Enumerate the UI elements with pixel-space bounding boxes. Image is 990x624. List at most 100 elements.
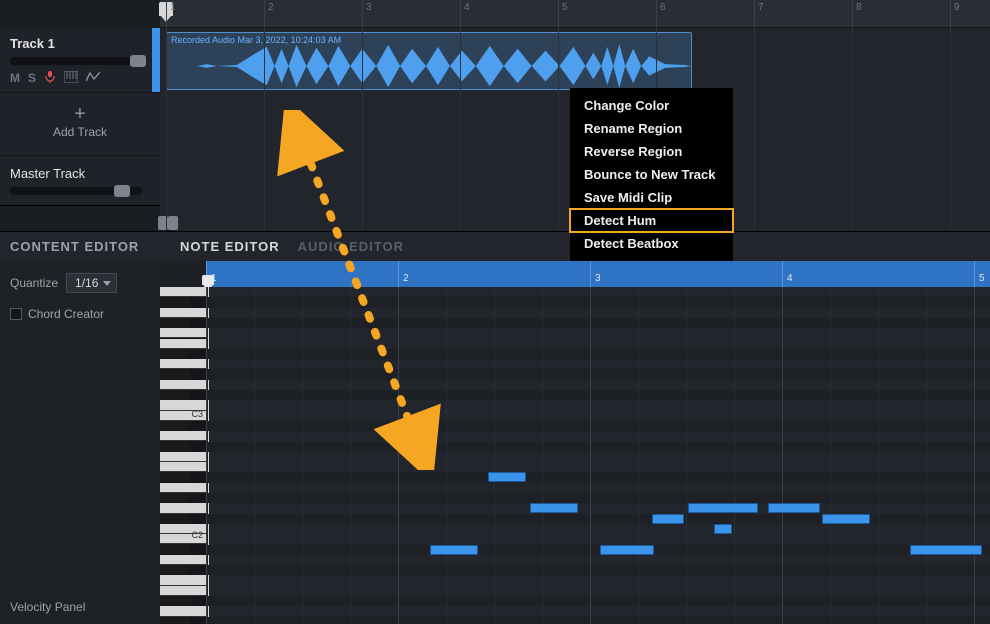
piano-white-key[interactable] — [160, 462, 206, 472]
piano-white-key[interactable] — [160, 606, 206, 616]
timeline-tick: 1 — [166, 0, 176, 28]
mute-button[interactable]: M — [10, 71, 20, 86]
midi-note[interactable] — [600, 545, 654, 555]
note-ruler-tick: 2 — [398, 261, 409, 287]
track-volume-thumb[interactable] — [130, 55, 146, 67]
context-menu-item[interactable]: Change Color — [570, 94, 733, 117]
piano-white-key[interactable] — [160, 308, 206, 318]
piano-white-key[interactable] — [160, 575, 206, 585]
context-menu-item[interactable]: Save Midi Clip — [570, 186, 733, 209]
note-editor[interactable]: 12345 C3C2 — [160, 261, 990, 624]
midi-note[interactable] — [768, 503, 820, 513]
piano-black-key[interactable] — [160, 472, 190, 481]
checkbox-icon[interactable] — [10, 308, 22, 320]
piano-white-key[interactable] — [160, 431, 206, 441]
quantize-label: Quantize — [10, 276, 58, 290]
piano-black-key[interactable] — [160, 493, 190, 502]
piano-black-key[interactable] — [160, 318, 190, 327]
timeline-tick: 3 — [362, 0, 372, 28]
tab-note-editor[interactable]: NOTE EDITOR — [180, 239, 280, 254]
note-grid[interactable] — [206, 287, 990, 624]
velocity-panel-label[interactable]: Velocity Panel — [10, 600, 85, 614]
note-grid-col — [734, 287, 735, 624]
midi-note[interactable] — [714, 524, 732, 534]
track-color-accent — [152, 28, 160, 92]
piano-white-key[interactable] — [160, 503, 206, 513]
add-track-button[interactable]: + Add Track — [0, 93, 160, 156]
piano-keys[interactable]: C3C2 — [160, 287, 206, 624]
note-ruler[interactable]: 12345 — [206, 261, 990, 287]
midi-note[interactable] — [688, 503, 758, 513]
chord-creator-toggle[interactable]: Chord Creator — [10, 307, 150, 321]
piano-black-key[interactable] — [160, 545, 190, 554]
piano-black-key[interactable] — [160, 596, 190, 605]
note-ruler-tick: 1 — [206, 261, 217, 287]
piano-white-key[interactable] — [160, 328, 206, 338]
piano-black-key[interactable] — [160, 390, 190, 399]
region-context-menu: Change ColorRename RegionReverse RegionB… — [570, 88, 733, 261]
note-grid-col — [446, 287, 447, 624]
piano-black-key[interactable] — [160, 421, 190, 430]
context-menu-item[interactable]: Detect Beatbox — [570, 232, 733, 255]
note-grid-row — [206, 555, 990, 565]
loop-end-marker[interactable] — [168, 216, 178, 230]
automation-icon[interactable] — [86, 71, 100, 86]
piano-white-key[interactable] — [160, 359, 206, 369]
midi-note[interactable] — [430, 545, 478, 555]
piano-black-key[interactable] — [160, 565, 190, 574]
record-arm-icon[interactable] — [44, 71, 56, 86]
piano-black-key[interactable] — [160, 514, 190, 523]
timeline-ruler[interactable]: 123456789 — [160, 0, 990, 28]
track-list: Track 1 M S + Add Track Master Track — [0, 28, 160, 206]
midi-note[interactable] — [822, 514, 870, 524]
piano-octave-label: C2 — [191, 530, 203, 540]
arrange-gridline — [852, 28, 853, 231]
master-volume-slider[interactable] — [10, 187, 142, 195]
midi-note[interactable] — [530, 503, 578, 513]
add-track-label: Add Track — [0, 125, 160, 139]
piano-black-key[interactable] — [160, 442, 190, 451]
piano-white-key[interactable] — [160, 586, 206, 596]
piano-white-key[interactable] — [160, 555, 206, 565]
piano-white-key[interactable] — [160, 287, 206, 297]
context-menu-item[interactable]: Detect Hum — [570, 209, 733, 232]
tab-audio-editor[interactable]: AUDIO EDITOR — [298, 239, 404, 254]
note-grid-row — [206, 565, 990, 575]
piano-white-key[interactable] — [160, 339, 206, 349]
context-menu-item[interactable]: Bounce to New Track — [570, 163, 733, 186]
note-grid-row — [206, 369, 990, 379]
midi-note[interactable] — [652, 514, 684, 524]
note-grid-row — [206, 442, 990, 452]
note-grid-col — [686, 287, 687, 624]
midi-note[interactable] — [488, 472, 526, 482]
piano-black-key[interactable] — [160, 617, 190, 624]
arrange-gridline — [754, 28, 755, 231]
piano-black-key[interactable] — [160, 297, 190, 306]
piano-black-key[interactable] — [160, 369, 190, 378]
piano-white-key[interactable] — [160, 380, 206, 390]
midi-note[interactable] — [910, 545, 982, 555]
note-grid-row — [206, 359, 990, 369]
plus-icon: + — [0, 105, 160, 123]
solo-button[interactable]: S — [28, 71, 36, 86]
content-editor-sidebar: Quantize 1/16 Chord Creator Velocity Pan… — [0, 261, 160, 624]
note-grid-col — [590, 287, 591, 624]
note-grid-col — [782, 287, 783, 624]
piano-white-key[interactable] — [160, 452, 206, 462]
track-header[interactable]: Track 1 M S — [0, 28, 160, 93]
note-grid-row — [206, 524, 990, 534]
note-grid-row — [206, 318, 990, 328]
piano-black-key[interactable] — [160, 349, 190, 358]
timeline-tick: 9 — [950, 0, 960, 28]
master-track[interactable]: Master Track — [0, 156, 160, 206]
audio-region[interactable]: Recorded Audio Mar 3, 2022, 10:24:03 AM — [166, 32, 692, 90]
quantize-select[interactable]: 1/16 — [66, 273, 117, 293]
master-volume-thumb[interactable] — [114, 185, 130, 197]
context-menu-item[interactable]: Reverse Region — [570, 140, 733, 163]
midi-icon[interactable] — [64, 71, 78, 86]
context-menu-item[interactable]: Rename Region — [570, 117, 733, 140]
track-volume-slider[interactable] — [10, 57, 142, 65]
piano-white-key[interactable] — [160, 483, 206, 493]
note-grid-row — [206, 380, 990, 390]
track-name[interactable]: Track 1 — [10, 36, 150, 51]
